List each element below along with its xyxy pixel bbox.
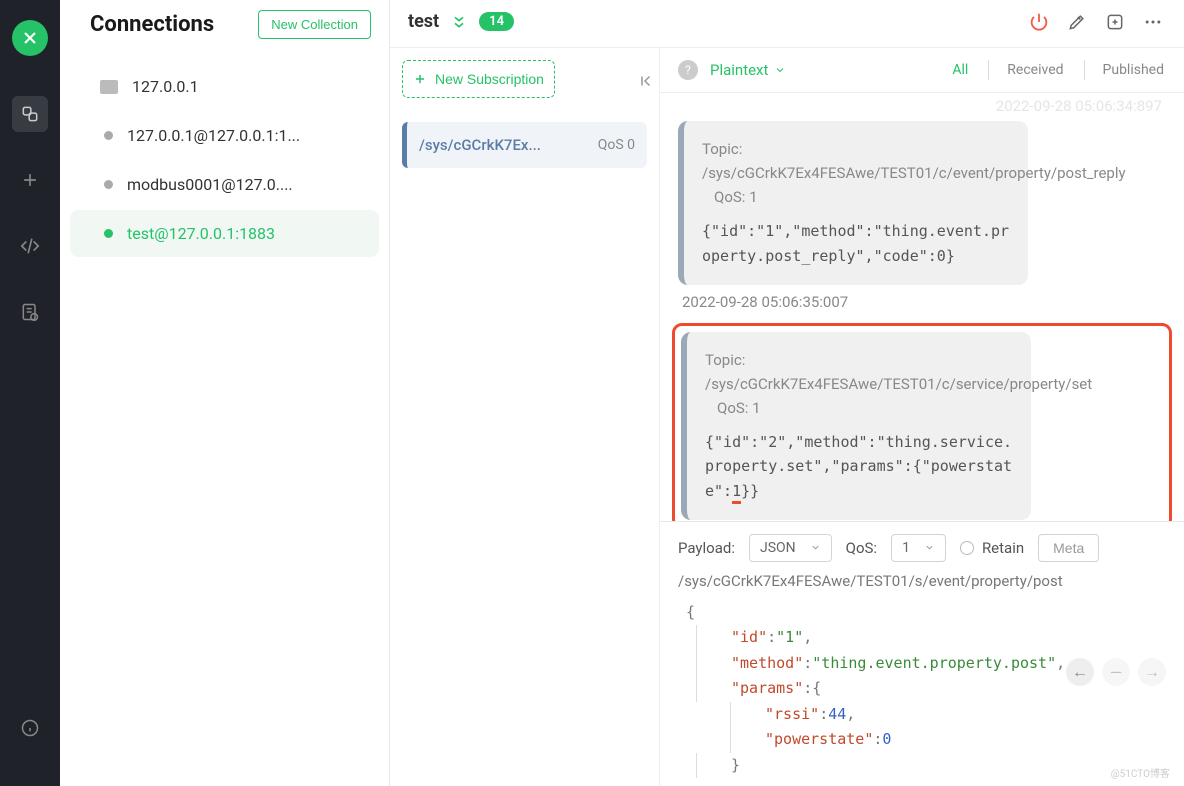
retain-radio-icon (960, 541, 974, 555)
conn-label: 127.0.0.1@127.0.0.1:1... (127, 126, 300, 145)
message-qos: QoS: 1 (714, 188, 758, 206)
composer-nav-buttons: ← — → (1066, 658, 1166, 686)
conn-item[interactable]: modbus0001@127.0.... (70, 161, 379, 208)
nav-info-icon[interactable] (12, 710, 48, 746)
composer: Payload: JSON QoS: 1 Retain Meta (660, 521, 1184, 786)
messages-toolbar: ? Plaintext All Received Published (660, 48, 1184, 93)
clear-button[interactable]: — (1102, 658, 1130, 686)
message-body: {"id":"1","method":"thing.event.property… (702, 219, 1010, 269)
message-bubble: Topic: /sys/cGCrkK7Ex4FESAwe/TEST01/c/se… (681, 332, 1031, 520)
message-topic: Topic: /sys/cGCrkK7Ex4FESAwe/TEST01/c/ev… (702, 137, 1010, 209)
help-icon[interactable]: ? (678, 60, 698, 80)
subscription-card[interactable]: /sys/cGCrkK7Ex... QoS 0 (402, 122, 647, 168)
message-topic: Topic: /sys/cGCrkK7Ex4FESAwe/TEST01/c/se… (705, 348, 1013, 420)
more-menu-button[interactable] (1140, 9, 1166, 35)
format-selector[interactable]: Plaintext (710, 61, 786, 79)
watermark: @51CTO博客 (1111, 765, 1170, 780)
qos-label: QoS: (846, 539, 877, 557)
nav-log-icon[interactable] (12, 294, 48, 330)
conn-item[interactable]: 127.0.0.1@127.0.0.1:1... (70, 112, 379, 159)
nav-add-icon[interactable] (12, 162, 48, 198)
status-dot (104, 131, 113, 140)
conn-folder[interactable]: 127.0.0.1 (70, 63, 379, 110)
conn-label: test@127.0.0.1:1883 (127, 224, 275, 243)
message-timestamp: 2022-09-28 05:06:35:007 (682, 293, 1166, 311)
connection-name: test (408, 11, 439, 32)
highlighted-message: Topic: /sys/cGCrkK7Ex4FESAwe/TEST01/c/se… (672, 323, 1172, 521)
expand-icon[interactable] (451, 14, 467, 30)
composer-options-row: Payload: JSON QoS: 1 Retain Meta (678, 534, 1166, 562)
message-bubble: Topic: /sys/cGCrkK7Ex4FESAwe/TEST01/c/ev… (678, 121, 1028, 285)
messages-list: 2022-09-28 05:06:34:897 Topic: /sys/cGCr… (660, 93, 1184, 521)
main-header: test 14 (390, 0, 1184, 48)
conn-item-active[interactable]: test@127.0.0.1:1883 (70, 210, 379, 257)
message-timestamp: 2022-09-28 05:06:34:897 (678, 97, 1162, 115)
folder-icon (100, 80, 118, 94)
connections-panel: Connections New Collection 127.0.0.1 127… (60, 0, 390, 786)
payload-label: Payload: (678, 539, 735, 557)
tab-received[interactable]: Received (988, 60, 1065, 80)
messages-column: ? Plaintext All Received Published 2022-… (660, 48, 1184, 786)
retain-toggle[interactable]: Retain (960, 539, 1024, 557)
connections-list: 127.0.0.1 127.0.0.1@127.0.0.1:1... modbu… (60, 53, 389, 267)
status-dot (104, 229, 113, 238)
message-qos: QoS: 1 (717, 399, 761, 417)
topic-input[interactable]: /sys/cGCrkK7Ex4FESAwe/TEST01/s/event/pro… (678, 572, 1166, 590)
subscription-qos: QoS 0 (598, 137, 635, 153)
new-collection-button[interactable]: New Collection (258, 10, 371, 39)
left-rail (0, 0, 60, 786)
payload-editor[interactable]: { "id":"1", "method":"thing.event.proper… (678, 600, 1166, 779)
connections-title: Connections (90, 12, 214, 37)
main-area: test 14 New Subscription (390, 0, 1184, 786)
connections-header: Connections New Collection (60, 0, 389, 53)
qos-select[interactable]: 1 (891, 534, 946, 562)
payload-format-select[interactable]: JSON (749, 534, 832, 562)
tab-published[interactable]: Published (1084, 60, 1166, 80)
collapse-icon[interactable] (639, 72, 657, 90)
next-button[interactable]: → (1138, 658, 1166, 686)
prev-button[interactable]: ← (1066, 658, 1094, 686)
main-body: New Subscription /sys/cGCrkK7Ex... QoS 0… (390, 48, 1184, 786)
disconnect-button[interactable] (1026, 9, 1052, 35)
edit-button[interactable] (1064, 9, 1090, 35)
message-count-badge: 14 (479, 12, 514, 31)
conn-label: 127.0.0.1 (132, 77, 199, 96)
message-body: {"id":"2","method":"thing.service.proper… (705, 430, 1013, 504)
subscription-topic: /sys/cGCrkK7Ex... (419, 136, 541, 154)
subscriptions-column: New Subscription /sys/cGCrkK7Ex... QoS 0 (390, 48, 660, 786)
tab-all[interactable]: All (950, 60, 970, 80)
new-subscription-label: New Subscription (435, 71, 544, 87)
conn-label: modbus0001@127.0.... (127, 175, 293, 194)
app-logo (12, 20, 48, 56)
status-dot (104, 180, 113, 189)
nav-connections-icon[interactable] (12, 96, 48, 132)
filter-tabs: All Received Published (950, 60, 1166, 80)
nav-script-icon[interactable] (12, 228, 48, 264)
new-subscription-button[interactable]: New Subscription (402, 60, 555, 98)
format-label: Plaintext (710, 61, 768, 79)
meta-button[interactable]: Meta (1038, 534, 1099, 562)
new-window-button[interactable] (1102, 9, 1128, 35)
